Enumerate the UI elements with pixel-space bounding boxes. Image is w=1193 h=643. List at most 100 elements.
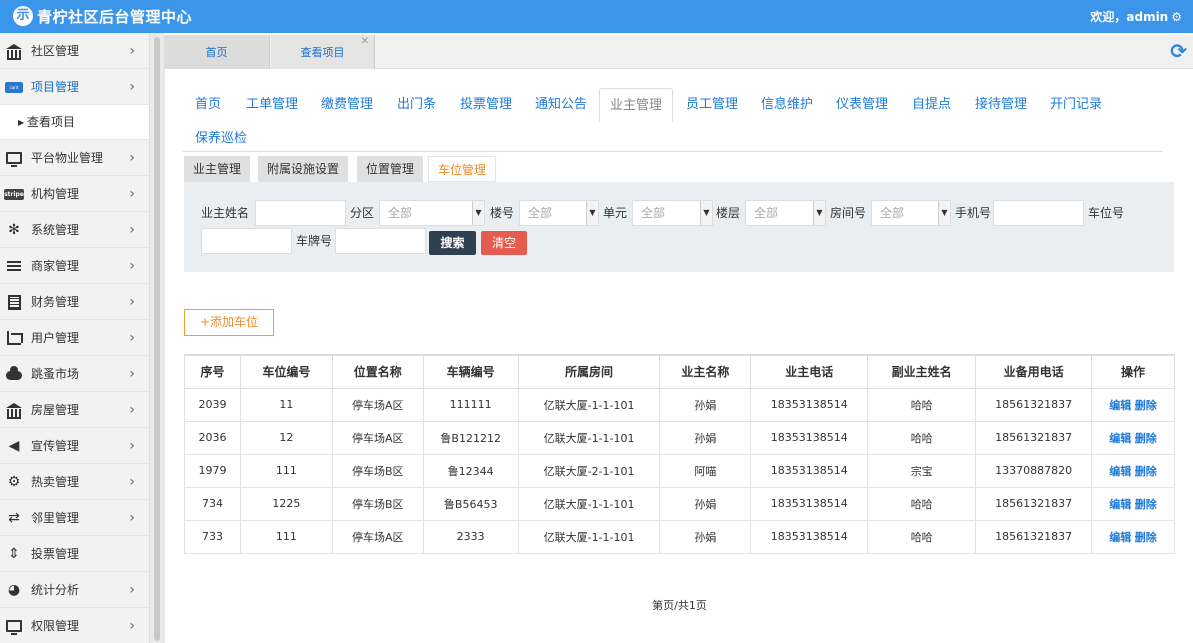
col-header: 副业主姓名 bbox=[867, 354, 977, 389]
module-owner[interactable]: 业主管理 bbox=[599, 88, 674, 122]
sidebar-item-label: 热卖管理 bbox=[31, 475, 80, 489]
cell: 停车场A区 bbox=[331, 420, 424, 455]
cell: 733 bbox=[184, 519, 241, 554]
sidebar-item-flea-market[interactable]: 跳蚤市场 › bbox=[0, 356, 149, 392]
label-owner-name: 业主姓名 bbox=[201, 206, 250, 220]
owner-name-input[interactable] bbox=[255, 200, 346, 226]
district-select[interactable]: 全部 ▼ bbox=[379, 200, 485, 226]
delete-link[interactable]: 删除 bbox=[1135, 432, 1157, 445]
delete-link[interactable]: 删除 bbox=[1135, 531, 1157, 544]
sidebar: 社区管理 › card 项目管理 › ▶ 查看项目 平台物业管理 › stripe 机构管理… bbox=[0, 33, 150, 643]
edit-link[interactable]: 编辑 bbox=[1109, 399, 1131, 412]
cell: 孙娟 bbox=[659, 519, 752, 554]
subtab-location[interactable]: 位置管理 bbox=[357, 156, 424, 182]
actions-cell: 编辑 删除 bbox=[1091, 387, 1175, 422]
tab-label: 查看项目 bbox=[300, 46, 345, 59]
module-notice[interactable]: 通知公告 bbox=[535, 88, 587, 122]
unit-select[interactable]: 全部 ▼ bbox=[632, 200, 713, 226]
sidebar-item-system[interactable]: ✻ 系统管理 › bbox=[0, 212, 149, 248]
module-home[interactable]: 首页 bbox=[195, 88, 221, 122]
plate-input[interactable] bbox=[335, 228, 426, 254]
brand-title: 青柠社区后台管理中心 bbox=[37, 8, 193, 26]
sidebar-item-label: 系统管理 bbox=[31, 223, 80, 237]
module-exit-pass[interactable]: 出门条 bbox=[397, 88, 436, 122]
cell: 孙娟 bbox=[659, 387, 752, 422]
caret-right-icon: ▶ bbox=[18, 118, 25, 127]
tab-view-project[interactable]: 查看项目 ✕ bbox=[271, 35, 375, 69]
actions-cell: 编辑 删除 bbox=[1091, 420, 1175, 455]
module-meter[interactable]: 仪表管理 bbox=[836, 88, 888, 122]
select-value: 全部 bbox=[528, 206, 553, 220]
cell: 孙娟 bbox=[659, 420, 752, 455]
sidebar-item-projects[interactable]: card 项目管理 › bbox=[0, 69, 149, 105]
sort-icon: ⇕ bbox=[8, 546, 20, 562]
sidebar-item-neighbor[interactable]: ⇄ 邻里管理 › bbox=[0, 500, 149, 536]
sidebar-item-users[interactable]: 用户管理 › bbox=[0, 320, 149, 356]
sidebar-item-merchant[interactable]: 商家管理 › bbox=[0, 248, 149, 284]
space-no-input[interactable] bbox=[201, 228, 292, 254]
floor-select[interactable]: 全部 ▼ bbox=[745, 200, 826, 226]
module-work-order[interactable]: 工单管理 bbox=[246, 88, 298, 122]
sidebar-item-property[interactable]: 平台物业管理 › bbox=[0, 140, 149, 176]
welcome-user[interactable]: 欢迎，admin ⚙ bbox=[1090, 8, 1182, 25]
sidebar-item-permissions[interactable]: 权限管理 › bbox=[0, 608, 149, 643]
chevron-right-icon: › bbox=[129, 438, 135, 454]
module-info[interactable]: 信息维护 bbox=[761, 88, 813, 122]
pagination-info: 第页/共1页 bbox=[652, 599, 707, 612]
search-button[interactable]: 搜索 bbox=[429, 231, 476, 255]
delete-link[interactable]: 删除 bbox=[1135, 498, 1157, 511]
subtab-owner[interactable]: 业主管理 bbox=[184, 156, 251, 182]
sidebar-subitem-view-project[interactable]: ▶ 查看项目 bbox=[0, 105, 149, 140]
slack-icon: ✻ bbox=[8, 222, 20, 238]
module-maintenance[interactable]: 保养巡检 bbox=[195, 122, 247, 156]
refresh-icon[interactable]: ⟳ bbox=[1170, 39, 1187, 63]
select-value: 全部 bbox=[388, 206, 413, 220]
col-header: 序号 bbox=[184, 354, 241, 389]
scrollbar-thumb[interactable] bbox=[154, 37, 160, 641]
phone-input[interactable] bbox=[993, 200, 1084, 226]
cell: 18353138514 bbox=[750, 486, 869, 521]
tab-home[interactable]: 首页 bbox=[164, 35, 270, 69]
room-select[interactable]: 全部 ▼ bbox=[871, 200, 951, 226]
module-voting[interactable]: 投票管理 bbox=[460, 88, 512, 122]
module-payment[interactable]: 缴费管理 bbox=[321, 88, 373, 122]
crop-icon bbox=[5, 330, 23, 346]
edit-link[interactable]: 编辑 bbox=[1109, 432, 1131, 445]
sidebar-item-housing[interactable]: 房屋管理 › bbox=[0, 392, 149, 428]
module-reception[interactable]: 接待管理 bbox=[975, 88, 1027, 122]
sidebar-item-finance[interactable]: 财务管理 › bbox=[0, 284, 149, 320]
edit-link[interactable]: 编辑 bbox=[1109, 498, 1131, 511]
sidebar-item-statistics[interactable]: ◕ 统计分析 › bbox=[0, 572, 149, 608]
col-header: 车辆编号 bbox=[422, 354, 519, 389]
module-staff[interactable]: 员工管理 bbox=[686, 88, 738, 122]
subtab-parking[interactable]: 车位管理 bbox=[428, 156, 497, 182]
module-door-log[interactable]: 开门记录 bbox=[1050, 88, 1102, 122]
filter-panel: 业主姓名 分区 全部 ▼ 楼号 全部 ▼ 单元 全部 ▼ 楼层 全部 ▼ 房间号 全部 ▼… bbox=[184, 182, 1174, 272]
cell: 亿联大厦-1-1-101 bbox=[517, 387, 661, 422]
sidebar-item-voting[interactable]: ⇕ 投票管理 bbox=[0, 536, 149, 572]
close-icon[interactable]: ✕ bbox=[361, 24, 369, 60]
sidebar-item-label: 机构管理 bbox=[31, 187, 80, 201]
clear-button[interactable]: 清空 bbox=[481, 231, 527, 255]
sidebar-item-label: 邻里管理 bbox=[31, 511, 80, 525]
edit-link[interactable]: 编辑 bbox=[1109, 465, 1131, 478]
cell: 亿联大厦-2-1-101 bbox=[517, 453, 661, 488]
sidebar-item-hot-sale[interactable]: ⚙ 热卖管理 › bbox=[0, 464, 149, 500]
sidebar-item-org[interactable]: stripe 机构管理 › bbox=[0, 176, 149, 212]
label-plate: 车牌号 bbox=[296, 234, 333, 248]
sidebar-item-promotion[interactable]: ◀ 宣传管理 › bbox=[0, 428, 149, 464]
sidebar-scrollbar[interactable] bbox=[150, 33, 164, 643]
chevron-right-icon: › bbox=[129, 258, 135, 274]
add-parking-button[interactable]: +添加车位 bbox=[184, 309, 274, 336]
cell: 哈哈 bbox=[867, 420, 977, 455]
cell: 111 bbox=[239, 519, 333, 554]
sidebar-item-community[interactable]: 社区管理 › bbox=[0, 33, 149, 69]
building-select[interactable]: 全部 ▼ bbox=[519, 200, 599, 226]
edit-link[interactable]: 编辑 bbox=[1109, 531, 1131, 544]
delete-link[interactable]: 删除 bbox=[1135, 465, 1157, 478]
subtab-facility[interactable]: 附属设施设置 bbox=[258, 156, 349, 182]
delete-link[interactable]: 删除 bbox=[1135, 399, 1157, 412]
gear-icon[interactable]: ⚙ bbox=[1171, 10, 1182, 24]
actions-cell: 编辑 删除 bbox=[1091, 519, 1175, 554]
module-pickup[interactable]: 自提点 bbox=[912, 88, 951, 122]
